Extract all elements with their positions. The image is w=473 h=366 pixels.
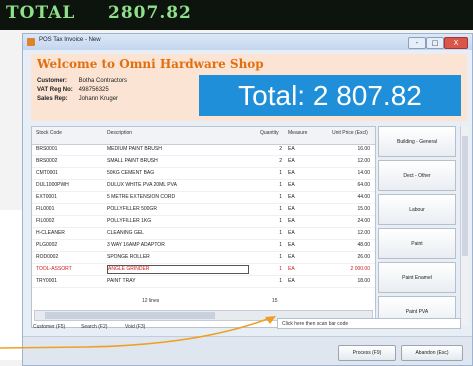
callout-curve bbox=[85, 317, 271, 348]
callout-arrow bbox=[0, 316, 276, 349]
callout-line bbox=[0, 346, 87, 349]
